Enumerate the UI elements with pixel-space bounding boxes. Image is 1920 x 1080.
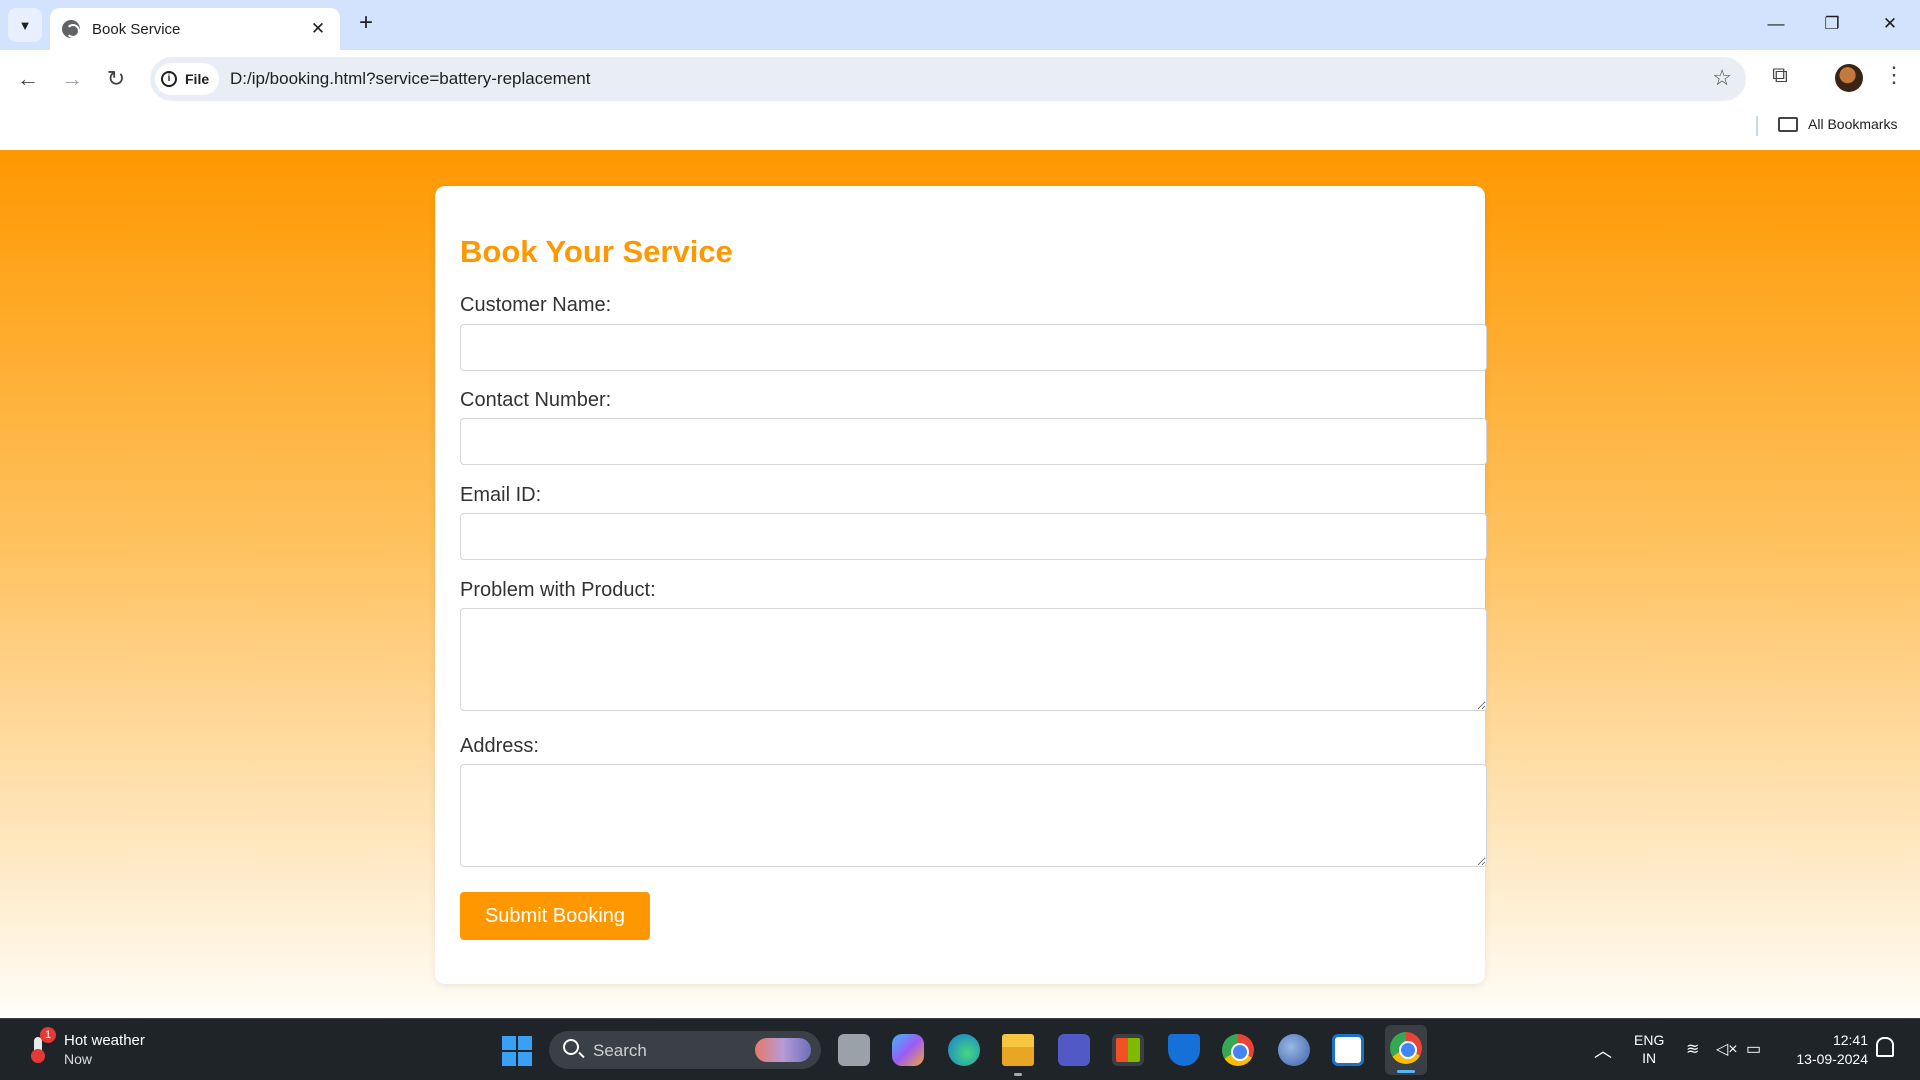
window-close-icon[interactable]: ✕ [1870,10,1910,38]
folder-icon [1778,116,1798,132]
all-bookmarks-button[interactable]: All Bookmarks [1778,116,1897,132]
search-highlight-icon [755,1038,811,1062]
address-textarea[interactable] [460,764,1487,867]
extensions-icon[interactable]: ⧉ [1764,62,1796,88]
weather-widget[interactable]: 1 Hot weather Now [24,1027,145,1069]
contact-number-label: Contact Number: [460,389,612,411]
chrome-icon[interactable] [1222,1034,1254,1066]
info-icon: i [161,71,177,87]
notification-bell-icon[interactable] [1876,1037,1894,1057]
task-view-icon[interactable] [838,1034,870,1066]
chevron-down-icon: ▼ [18,17,32,33]
weather-badge: 1 [40,1027,56,1043]
chip-label: File [185,71,210,87]
chrome-active-icon [1390,1032,1422,1064]
problem-textarea[interactable] [460,608,1487,711]
email-id-input[interactable] [460,513,1487,560]
star-icon[interactable]: ☆ [1712,65,1732,91]
contact-number-input[interactable] [460,418,1487,465]
weather-title: Hot weather [64,1032,145,1049]
wifi-icon[interactable]: ≋ [1686,1039,1699,1059]
taskbar-search-box[interactable]: Search [549,1031,821,1069]
taskbar: 1 Hot weather Now Search ︿ ENG IN ≋ ◁× ▭… [0,1018,1920,1080]
bookmarks-bar: All Bookmarks [0,108,1920,150]
globe-app-icon[interactable] [1278,1034,1310,1066]
minimize-icon[interactable]: — [1756,10,1796,38]
battery-icon[interactable]: ▭ [1746,1039,1761,1059]
search-icon [563,1039,579,1055]
tab-title: Book Service [92,20,181,38]
copilot-icon[interactable] [892,1034,924,1066]
microsoft-store-icon[interactable] [1112,1034,1144,1066]
new-tab-button[interactable]: + [352,10,380,38]
browser-tab[interactable]: Book Service ✕ [50,8,340,50]
browser-toolbar: ← → ↻ i File D:/ip/booking.html?service=… [0,50,1920,108]
search-placeholder: Search [593,1041,647,1060]
forward-arrow-icon[interactable]: → [56,64,88,96]
more-icon[interactable]: ⋮ [1878,62,1910,88]
language-secondary: IN [1642,1050,1657,1066]
booking-form-card: Book Your Service Customer Name: Contact… [435,186,1487,984]
submit-booking-button[interactable]: Submit Booking [460,892,650,940]
weather-subtitle: Now [64,1051,93,1067]
edge-browser-icon[interactable] [948,1034,980,1066]
clock-time: 12:41 [1832,1032,1868,1048]
language-indicator[interactable]: ENG IN [1634,1031,1664,1067]
close-tab-icon[interactable]: ✕ [308,19,328,39]
speaker-muted-icon[interactable]: ◁× [1716,1039,1738,1059]
customer-name-input[interactable] [460,324,1487,371]
reload-icon[interactable]: ↻ [100,64,132,96]
chevron-up-icon[interactable]: ︿ [1594,1037,1612,1063]
restore-icon[interactable]: ❐ [1812,10,1852,38]
window-app-icon[interactable] [1332,1034,1364,1066]
active-chrome-taskbar-item[interactable] [1385,1025,1427,1075]
thermometer-icon: 1 [24,1027,56,1063]
page-background: Book Your Service Customer Name: Contact… [0,150,1920,1018]
teams-icon[interactable] [1058,1034,1090,1066]
active-indicator [1397,1070,1415,1073]
globe-icon [62,20,80,38]
running-indicator [1014,1073,1022,1076]
form-heading: Book Your Service [460,234,733,269]
problem-label: Problem with Product: [460,579,656,601]
windows-start-icon[interactable] [502,1036,532,1066]
profile-avatar[interactable] [1835,64,1863,92]
language-primary: ENG [1634,1032,1665,1048]
email-id-label: Email ID: [460,484,542,506]
all-bookmarks-label: All Bookmarks [1808,116,1898,132]
address-label: Address: [460,735,539,757]
url-text[interactable]: D:/ip/booking.html?service=battery-repla… [230,69,590,89]
clock[interactable]: 12:41 13-09-2024 [1786,1031,1868,1069]
back-arrow-icon[interactable]: ← [12,64,44,96]
tab-search-button[interactable]: ▼ [8,8,42,42]
defender-shield-icon[interactable] [1168,1034,1200,1066]
tab-strip: ▼ Book Service ✕ + — ❐ ✕ [0,0,1920,50]
clock-date: 13-09-2024 [1796,1051,1868,1067]
site-info-chip[interactable]: i File [155,63,220,95]
address-bar[interactable]: i File D:/ip/booking.html?service=batter… [150,57,1746,101]
file-explorer-icon[interactable] [1002,1034,1034,1066]
bookmarks-divider [1756,116,1758,136]
customer-name-label: Customer Name: [460,294,612,316]
